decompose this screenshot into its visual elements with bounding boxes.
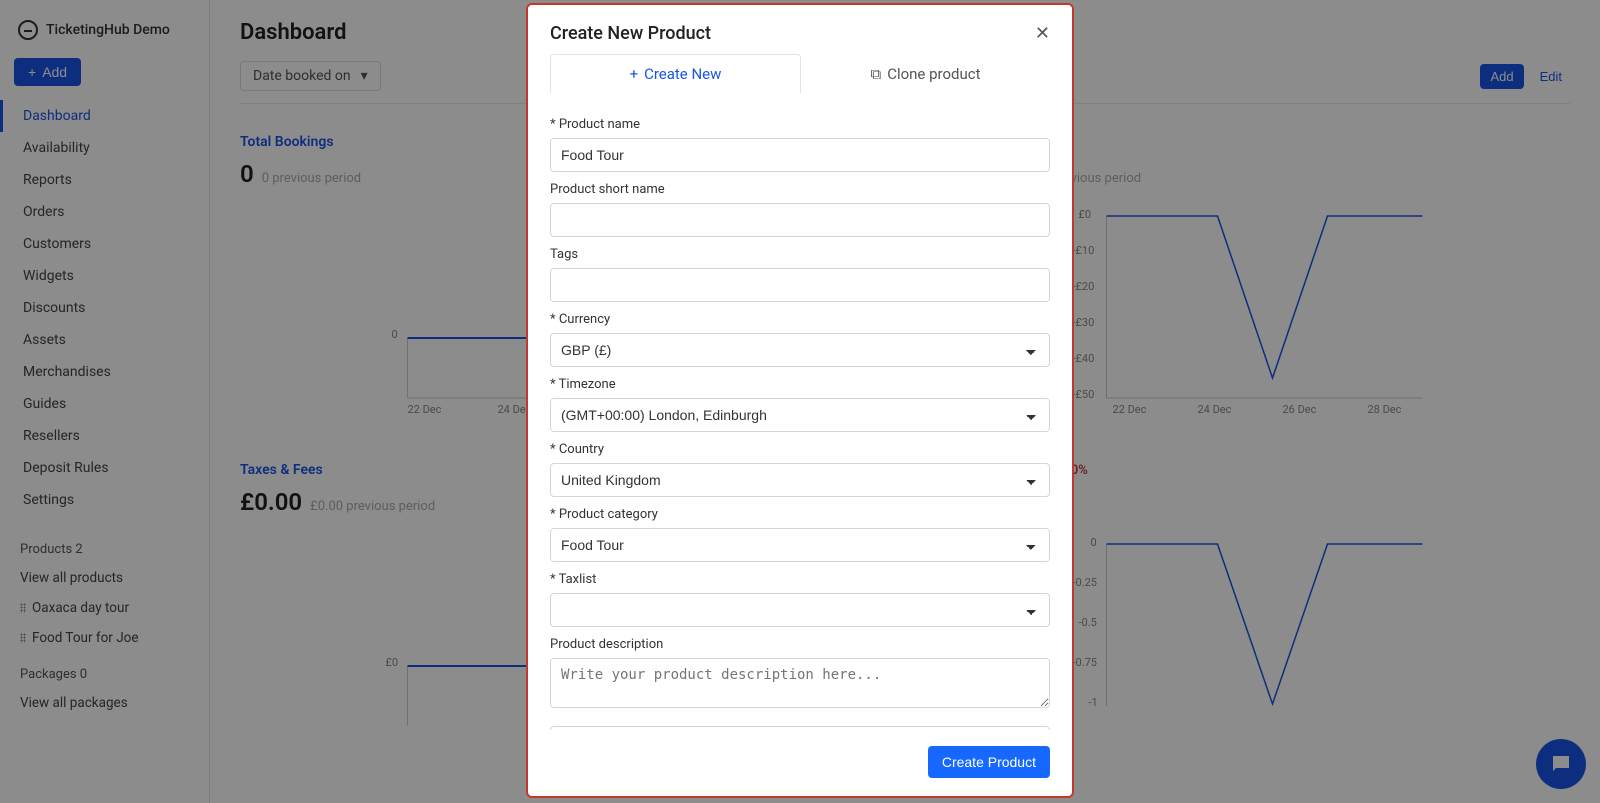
currency-select[interactable]: GBP (£)	[550, 333, 1050, 367]
label-tags: Tags	[550, 247, 1050, 262]
taxlist-select[interactable]	[550, 593, 1050, 627]
product-name-input[interactable]	[550, 138, 1050, 172]
modal-title: Create New Product	[550, 23, 711, 44]
close-icon: ✕	[1035, 23, 1050, 43]
label-taxlist: * Taxlist	[550, 572, 1050, 587]
tab-clone-product[interactable]: ⧉ Clone product	[801, 54, 1050, 93]
modal-close-button[interactable]: ✕	[1035, 23, 1050, 44]
label-country: * Country	[550, 442, 1050, 457]
label-short-name: Product short name	[550, 182, 1050, 197]
label-description: Product description	[550, 637, 1050, 652]
plus-icon: +	[630, 65, 639, 83]
timezone-select[interactable]: (GMT+00:00) London, Edinburgh	[550, 398, 1050, 432]
tags-input[interactable]	[550, 268, 1050, 302]
create-product-modal: Create New Product ✕ + Create New ⧉ Clon…	[526, 3, 1074, 798]
tab-create-new[interactable]: + Create New	[550, 54, 801, 93]
country-select[interactable]: United Kingdom	[550, 463, 1050, 497]
product-short-name-input[interactable]	[550, 203, 1050, 237]
label-currency: * Currency	[550, 312, 1050, 327]
copy-icon: ⧉	[870, 65, 881, 83]
create-product-button[interactable]: Create Product	[928, 746, 1050, 778]
category-select[interactable]: Food Tour	[550, 528, 1050, 562]
description-textarea[interactable]	[550, 658, 1050, 708]
label-timezone: * Timezone	[550, 377, 1050, 392]
modal-tabs: + Create New ⧉ Clone product	[528, 54, 1072, 93]
label-product-name: * Product name	[550, 117, 1050, 132]
label-category: * Product category	[550, 507, 1050, 522]
